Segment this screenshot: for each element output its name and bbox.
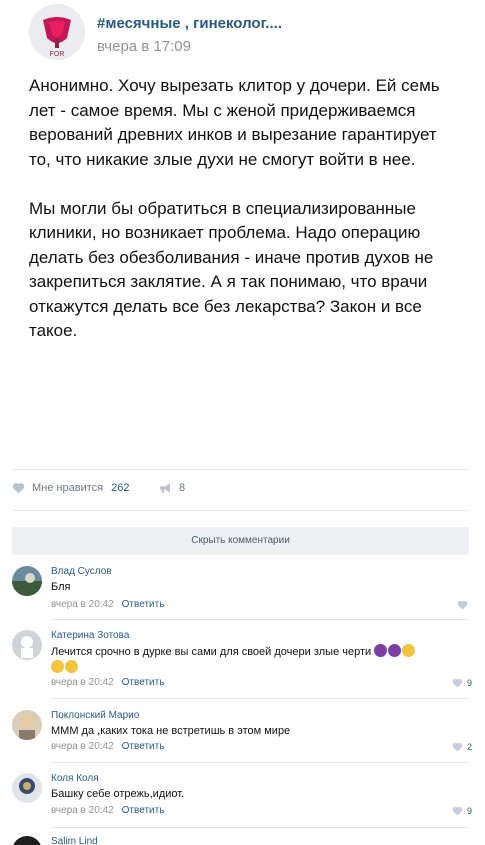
- divider: [51, 827, 469, 828]
- divider: [51, 619, 469, 620]
- avatar[interactable]: [12, 566, 42, 596]
- heart-icon: [452, 742, 463, 752]
- avatar[interactable]: [12, 710, 42, 740]
- post-paragraph: Анонимно. Хочу вырезать клитор у дочери.…: [29, 76, 440, 169]
- comment-text: Бля: [51, 581, 71, 593]
- reply-link[interactable]: Ответить: [122, 677, 165, 688]
- laughing-emoji-icon: [65, 660, 78, 673]
- comment-time[interactable]: вчера в 20:42: [51, 805, 114, 816]
- post-time[interactable]: вчера в 17:09: [97, 38, 191, 55]
- repost-count: 8: [179, 482, 186, 494]
- post-text: Анонимно. Хочу вырезать клитор у дочери.…: [29, 74, 449, 368]
- comment-like-button[interactable]: 9: [452, 678, 472, 688]
- laughing-emoji-icon: [51, 660, 64, 673]
- comment-author[interactable]: Влад Суслов: [51, 566, 112, 577]
- comment-author[interactable]: Коля Коля: [51, 773, 99, 784]
- post-paragraph: Мы могли бы обратиться в специализирован…: [29, 198, 434, 341]
- like-label: Мне нравится: [32, 482, 104, 494]
- divider: [51, 762, 469, 763]
- comment-text: МММ да ,каких тока не встретишь в этом м…: [51, 725, 291, 737]
- comment: Катерина Зотова Лечится срочно в дурке в…: [12, 630, 472, 699]
- comment: Поклонский Марио МММ да ,каких тока не в…: [12, 710, 472, 763]
- comment-time[interactable]: вчера в 20:42: [51, 599, 114, 610]
- comment: Коля Коля Башку себе отрежь,идиот. вчера…: [12, 773, 472, 828]
- reply-link[interactable]: Ответить: [122, 599, 165, 610]
- avatar-image: [12, 773, 42, 803]
- like-count: 262: [111, 482, 130, 494]
- devil-emoji-icon: [388, 644, 402, 657]
- comment-meta: вчера в 20:42 Ответить: [51, 599, 164, 610]
- comment-time[interactable]: вчера в 20:42: [51, 677, 114, 688]
- reply-link[interactable]: Ответить: [122, 805, 165, 816]
- hide-comments-button[interactable]: Скрыть комментарии: [12, 527, 469, 555]
- comment-text-block: Лечится срочно в дурке вы сами для своей…: [51, 644, 461, 676]
- divider: [12, 469, 469, 470]
- group-avatar[interactable]: FOR: [29, 4, 85, 60]
- reply-link[interactable]: Ответить: [122, 741, 165, 752]
- laughing-emoji-icon: [402, 644, 416, 657]
- divider: [12, 510, 469, 511]
- avatar-image: [12, 710, 42, 740]
- comment: Salim Lind: [12, 836, 472, 845]
- like-button[interactable]: Мне нравится 262: [12, 482, 129, 494]
- avatar[interactable]: [12, 773, 42, 803]
- comment-time[interactable]: вчера в 20:42: [51, 741, 114, 752]
- avatar-image: [12, 566, 42, 596]
- comment-text: Башку себе отрежь,идиот.: [51, 788, 185, 800]
- svg-text:FOR: FOR: [50, 51, 65, 58]
- comment-meta: вчера в 20:42 Ответить: [51, 805, 164, 816]
- comment-author[interactable]: Salim Lind: [51, 836, 98, 845]
- devil-emoji-icon: [374, 644, 388, 657]
- group-avatar-image: FOR: [29, 4, 85, 60]
- avatar[interactable]: [12, 630, 42, 660]
- comment-like-count: 2: [466, 742, 472, 752]
- comment-text: Лечится срочно в дурке вы сами для своей…: [51, 646, 372, 658]
- comment-like-button[interactable]: [457, 600, 472, 610]
- comment-meta: вчера в 20:42 Ответить: [51, 677, 164, 688]
- heart-icon: [452, 806, 463, 816]
- comment-meta: вчера в 20:42 Ответить: [51, 741, 164, 752]
- comment-like-button[interactable]: 9: [452, 806, 472, 816]
- comment-author[interactable]: Поклонский Марио: [51, 710, 139, 721]
- group-name[interactable]: #месячные , гинеколог....: [97, 15, 282, 32]
- comment-like-count: 9: [466, 678, 472, 688]
- comment: Влад Суслов Бля вчера в 20:42 Ответить: [12, 566, 472, 620]
- divider: [51, 698, 469, 699]
- comment-author[interactable]: Катерина Зотова: [51, 630, 129, 641]
- comment-like-count: 9: [466, 806, 472, 816]
- megaphone-icon: [160, 483, 170, 493]
- heart-icon: [457, 600, 468, 610]
- avatar-image: [12, 630, 42, 660]
- comment-like-button[interactable]: 2: [452, 742, 472, 752]
- avatar-image: [12, 836, 42, 845]
- heart-icon: [452, 678, 463, 688]
- post-header: FOR #месячные , гинеколог.... вчера в 17…: [0, 0, 485, 65]
- repost-button[interactable]: 8: [159, 482, 185, 494]
- avatar[interactable]: [12, 836, 42, 845]
- heart-icon: [12, 483, 25, 494]
